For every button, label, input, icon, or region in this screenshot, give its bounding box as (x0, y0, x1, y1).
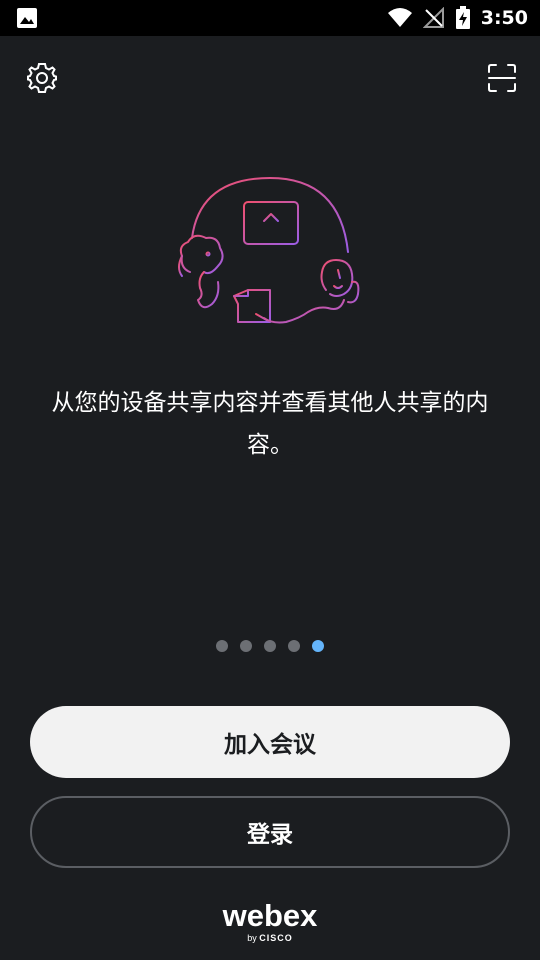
page-dot-5-active[interactable] (312, 640, 324, 652)
no-signal-icon (422, 7, 444, 28)
page-dot-1[interactable] (216, 640, 228, 652)
logo-byline: by CISCO (0, 932, 540, 944)
status-bar: 3:50 (0, 0, 540, 36)
scan-frame-icon (488, 64, 516, 92)
battery-charging-icon (455, 6, 470, 29)
page-dot-3[interactable] (264, 640, 276, 652)
share-content-illustration (178, 177, 360, 324)
logo-company: CISCO (259, 933, 293, 943)
join-meeting-button[interactable]: 加入会议 (30, 706, 510, 778)
scan-button[interactable] (484, 60, 520, 96)
settings-button[interactable] (24, 60, 60, 96)
onboarding-description: 从您的设备共享内容并查看其他人共享的内容。 (51, 390, 489, 458)
sign-in-button[interactable]: 登录 (30, 796, 510, 868)
status-time: 3:50 (480, 7, 528, 29)
page-indicator (0, 640, 540, 652)
wifi-icon (387, 8, 412, 27)
gear-icon (27, 63, 57, 93)
logo-wordmark: webex (222, 898, 318, 933)
logo-by: by (247, 933, 257, 943)
page-dot-2[interactable] (240, 640, 252, 652)
image-icon (17, 8, 37, 28)
page-dot-4[interactable] (288, 640, 300, 652)
webex-logo: webex by CISCO (0, 900, 540, 944)
